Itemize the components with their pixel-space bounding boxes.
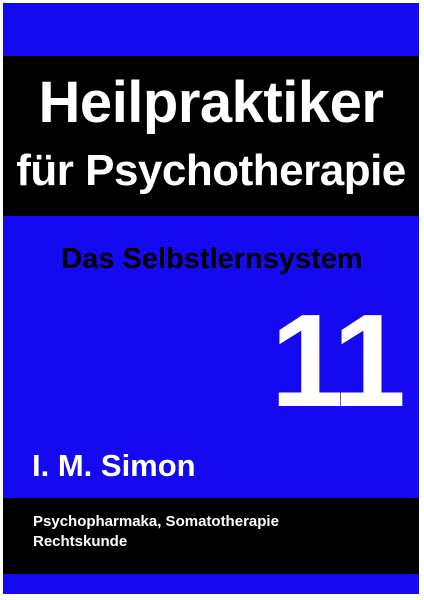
topics-band: Psychopharmaka, Somatotherapie Rechtskun… xyxy=(3,498,419,574)
topics-line-2: Rechtskunde xyxy=(33,533,128,550)
title-band: Heilpraktiker für Psychotherapie xyxy=(3,56,419,216)
volume-number: 11 xyxy=(270,287,406,434)
book-cover: Heilpraktiker für Psychotherapie Das Sel… xyxy=(0,0,424,600)
author-name: I. M. Simon xyxy=(32,448,196,483)
topics-line-1: Psychopharmaka, Somatotherapie xyxy=(33,513,279,530)
topics-text: Psychopharmaka, Somatotherapie Rechtskun… xyxy=(33,512,279,552)
title-line-2: für Psychotherapie xyxy=(16,146,406,195)
subtitle: Das Selbstlernsystem xyxy=(61,243,363,275)
title-line-1: Heilpraktiker xyxy=(38,70,384,135)
